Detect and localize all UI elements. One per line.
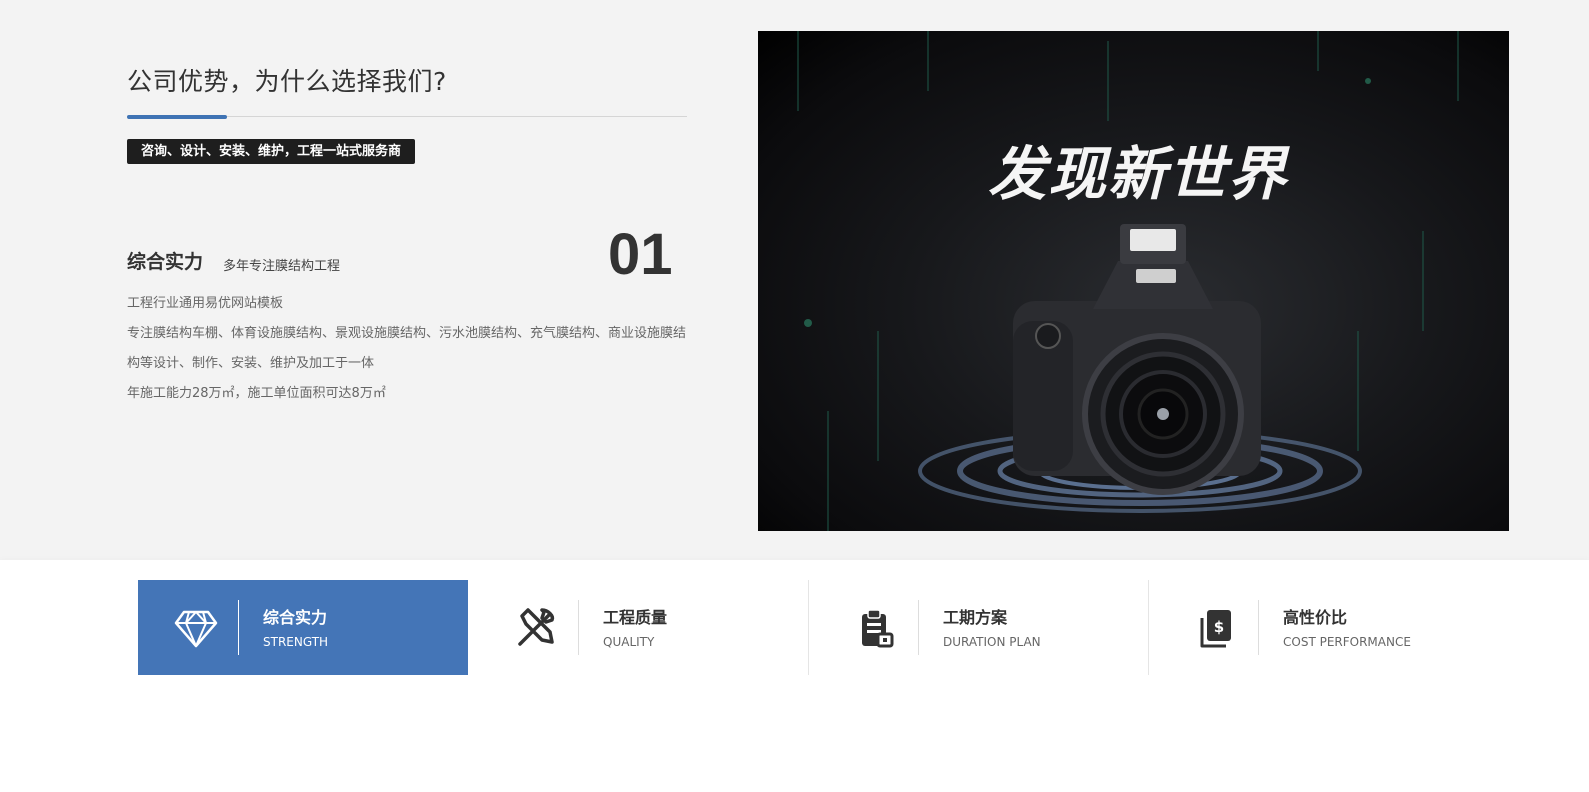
feature-number: 01 bbox=[608, 222, 673, 287]
advantages-section: 公司优势，为什么选择我们? 咨询、设计、安装、维护，工程一站式服务商 综合实力 … bbox=[0, 0, 1589, 560]
tab-divider bbox=[1258, 600, 1259, 655]
diamond-icon bbox=[174, 606, 218, 650]
tab-divider bbox=[578, 600, 579, 655]
tools-icon bbox=[514, 606, 558, 650]
money-book-icon: $ bbox=[1194, 606, 1238, 650]
clipboard-icon bbox=[854, 606, 898, 650]
tab-subtitle: DURATION PLAN bbox=[943, 635, 1041, 649]
tab-divider bbox=[238, 600, 239, 655]
feature-tab-bar: 综合实力 STRENGTH 工程质量 QUALITY 工期方案 DURATION… bbox=[0, 560, 1589, 696]
tab-title: 工期方案 bbox=[943, 608, 1008, 627]
tab-duration-plan[interactable]: 工期方案 DURATION PLAN bbox=[818, 580, 1148, 675]
tab-separator bbox=[1148, 580, 1149, 675]
section-title: 公司优势，为什么选择我们? bbox=[127, 67, 447, 96]
tab-title: 工程质量 bbox=[603, 608, 668, 627]
tagline-badge: 咨询、设计、安装、维护，工程一站式服务商 bbox=[127, 139, 416, 164]
tab-quality[interactable]: 工程质量 QUALITY bbox=[478, 580, 808, 675]
hero-text: 发现新世界 bbox=[988, 140, 1289, 208]
tab-separator bbox=[808, 580, 809, 675]
tab-strength[interactable]: 综合实力 STRENGTH bbox=[138, 580, 468, 675]
tab-subtitle: COST PERFORMANCE bbox=[1283, 635, 1411, 649]
camera-illustration bbox=[797, 31, 1459, 531]
hero-image: 发现新世界 bbox=[758, 31, 1509, 531]
tab-title: 高性价比 bbox=[1283, 608, 1348, 627]
feature-description: 工程行业通用易优网站模板 专注膜结构车棚、体育设施膜结构、景观设施膜结构、污水池… bbox=[127, 289, 687, 409]
tab-title: 综合实力 bbox=[263, 608, 328, 627]
page-bottom-area bbox=[0, 696, 1589, 792]
feature-subtitle: 多年专注膜结构工程 bbox=[223, 259, 341, 274]
feature-title: 综合实力 bbox=[127, 251, 204, 273]
feature-line: 工程行业通用易优网站模板 bbox=[127, 296, 284, 311]
svg-text:$: $ bbox=[1214, 618, 1224, 636]
tab-cost-performance[interactable]: $ 高性价比 COST PERFORMANCE bbox=[1158, 580, 1488, 675]
tab-subtitle: QUALITY bbox=[603, 635, 655, 649]
feature-line: 专注膜结构车棚、体育设施膜结构、景观设施膜结构、污水池膜结构、充气膜结构、商业设… bbox=[127, 326, 687, 371]
tab-subtitle: STRENGTH bbox=[263, 635, 329, 649]
tab-divider bbox=[918, 600, 919, 655]
title-accent-bar bbox=[127, 115, 227, 119]
feature-line: 年施工能力28万㎡，施工单位面积可达8万㎡ bbox=[127, 386, 386, 401]
